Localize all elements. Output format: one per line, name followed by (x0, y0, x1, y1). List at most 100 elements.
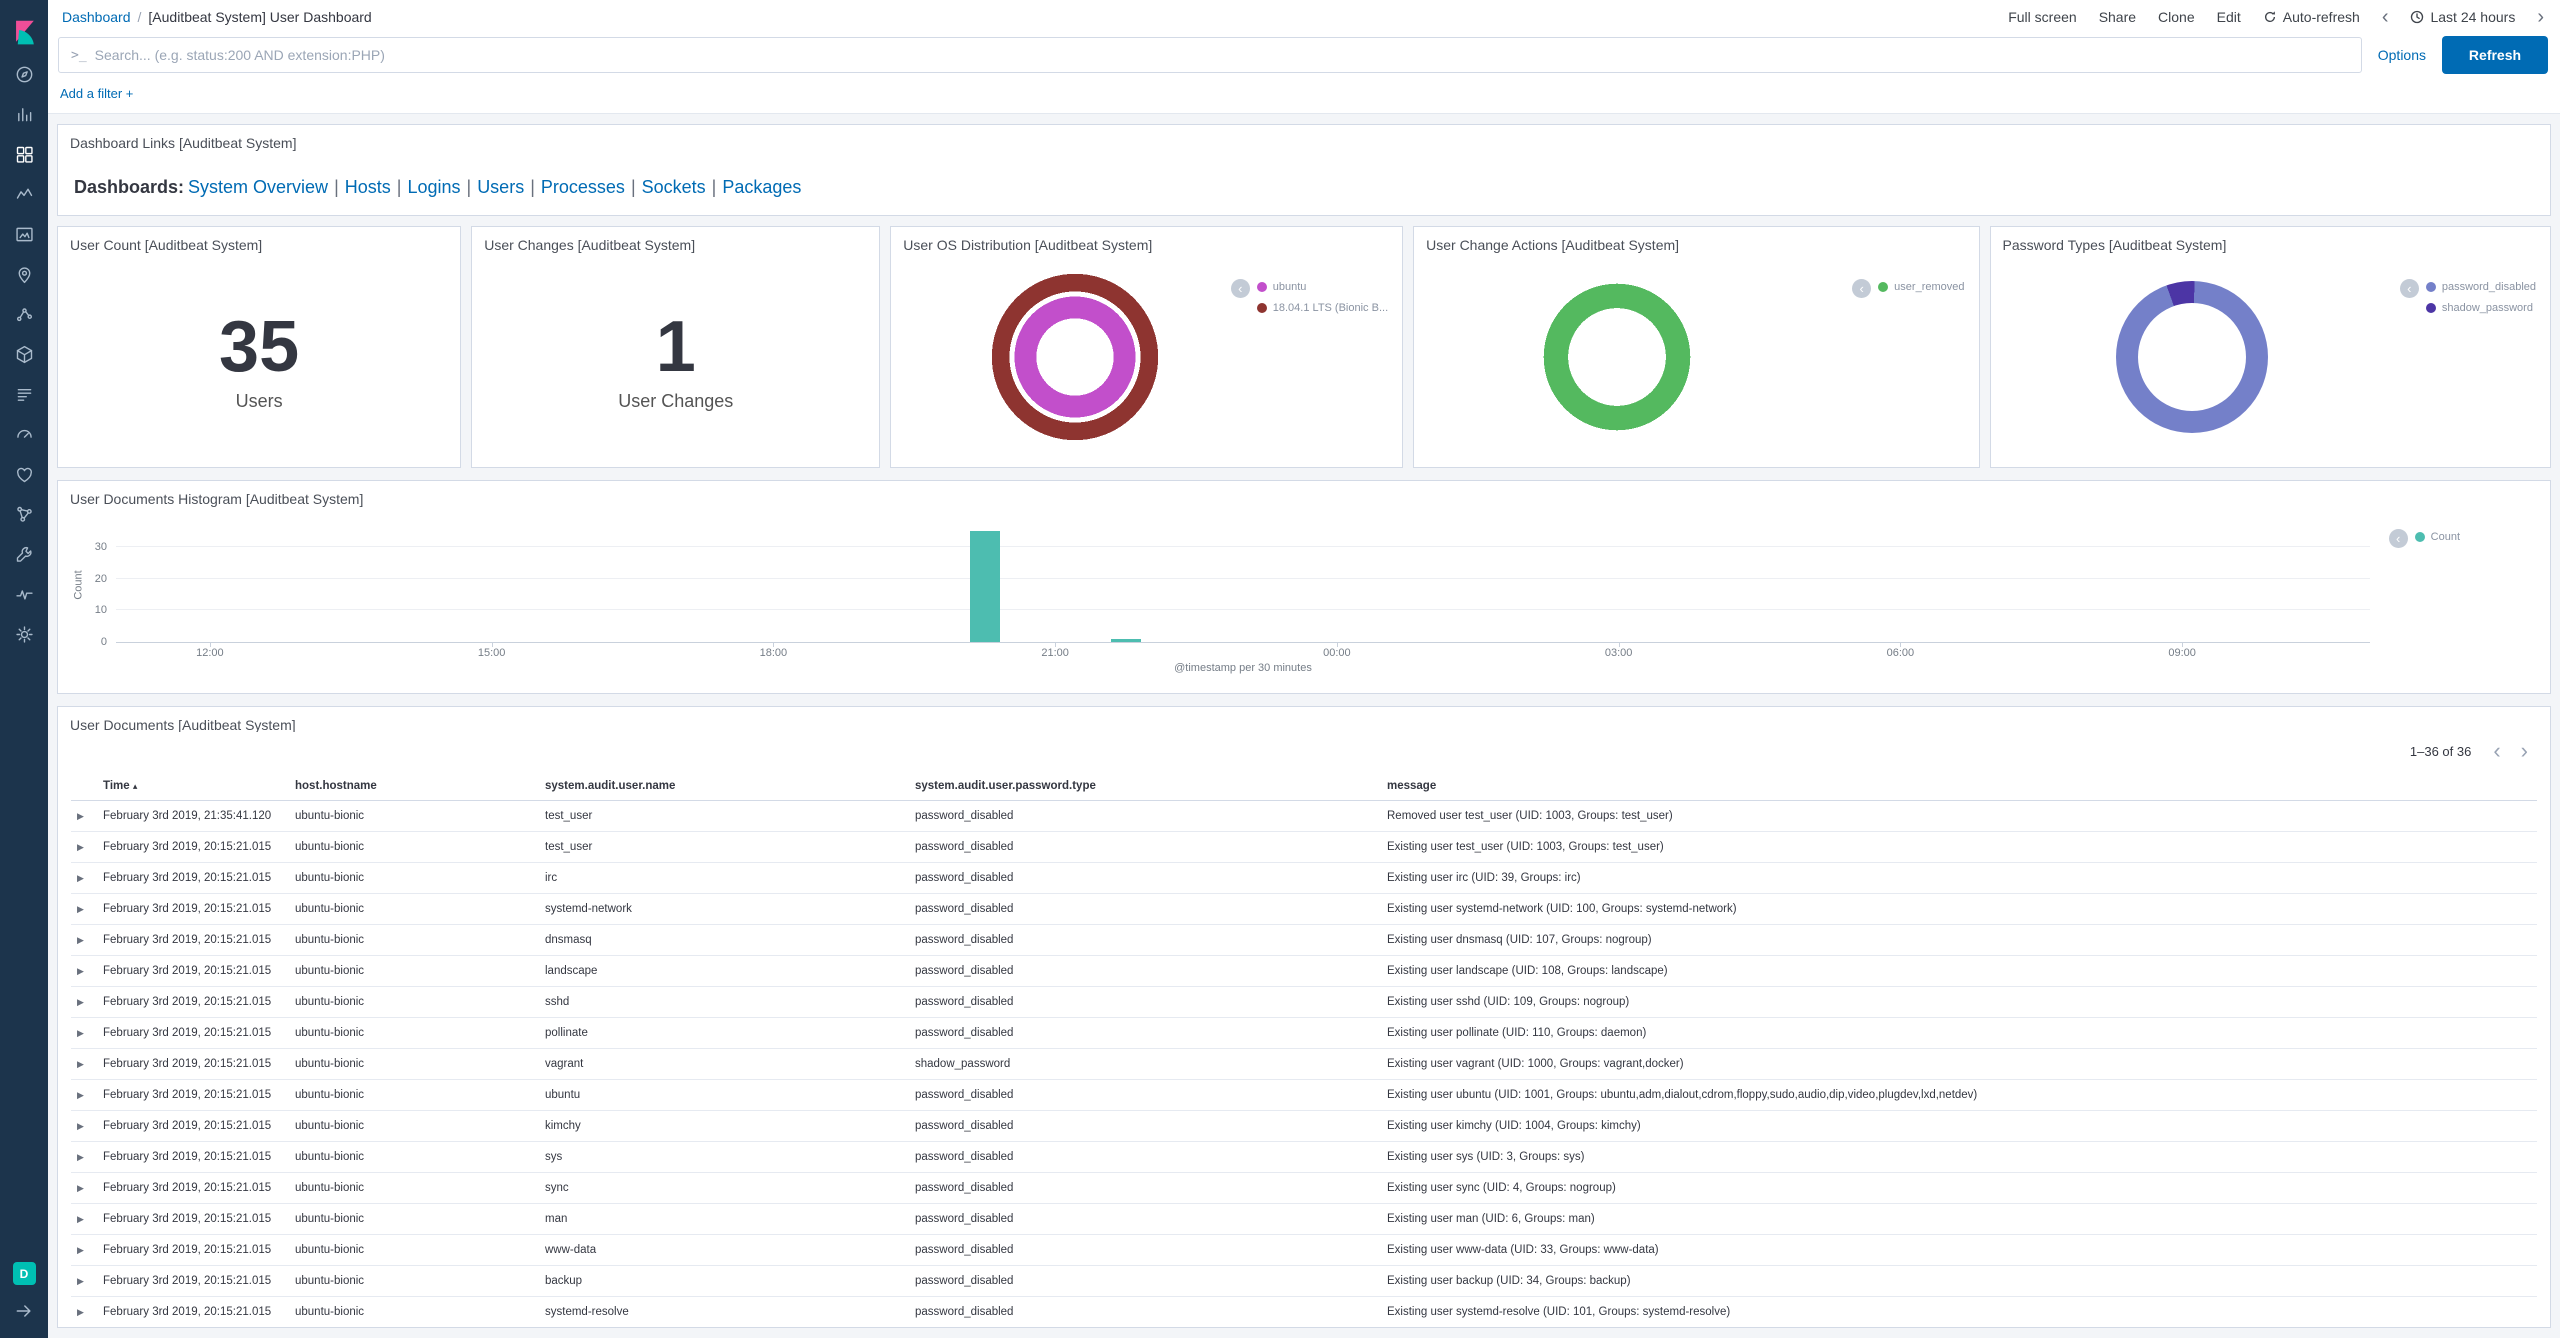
password-types-donut-chart[interactable] (2116, 281, 2268, 433)
nav-dev-tools[interactable] (0, 534, 48, 574)
table-cell: password_disabled (909, 832, 1381, 863)
expand-row-icon[interactable]: ▶ (77, 966, 84, 976)
expand-row-icon[interactable]: ▶ (77, 811, 84, 821)
pagination-next-button[interactable]: › (2513, 740, 2536, 762)
expand-row-icon[interactable]: ▶ (77, 1307, 84, 1317)
time-step-forward-button[interactable]: › (2537, 7, 2544, 27)
dashboard-grid: Dashboard Links [Auditbeat System] Dashb… (48, 114, 2560, 1338)
full-screen-button[interactable]: Full screen (2008, 9, 2076, 25)
table-cell: kimchy (539, 1111, 909, 1142)
table-cell: Existing user man (UID: 6, Groups: man) (1381, 1204, 2537, 1235)
expand-row-icon[interactable]: ▶ (77, 935, 84, 945)
breadcrumb-dashboard-link[interactable]: Dashboard (62, 9, 131, 25)
expand-cell: ▶ (71, 1266, 97, 1297)
table-row: ▶February 3rd 2019, 20:15:21.015ubuntu-b… (71, 894, 2537, 925)
column-header-password-type[interactable]: system.audit.user.password.type (909, 772, 1381, 801)
auto-refresh-button[interactable]: Auto-refresh (2263, 9, 2360, 25)
expand-cell: ▶ (71, 1297, 97, 1328)
dashboard-link-sockets[interactable]: Sockets (642, 177, 706, 197)
dashboard-link-logins[interactable]: Logins (407, 177, 460, 197)
expand-row-icon[interactable]: ▶ (77, 1214, 84, 1224)
nav-machine-learning[interactable] (0, 294, 48, 334)
nav-timelion[interactable] (0, 174, 48, 214)
expand-row-icon[interactable]: ▶ (77, 1183, 84, 1193)
chart-legend: ‹ user_removed (1852, 279, 1964, 298)
link-separator: | (631, 177, 636, 197)
legend-toggle-icon[interactable]: ‹ (2400, 279, 2419, 298)
time-range-button[interactable]: Last 24 hours (2410, 9, 2515, 25)
table-cell: ubuntu-bionic (289, 1018, 539, 1049)
expand-row-icon[interactable]: ▶ (77, 1121, 84, 1131)
refresh-button[interactable]: Refresh (2442, 36, 2548, 74)
nav-discover[interactable] (0, 54, 48, 94)
expand-row-icon[interactable]: ▶ (77, 1276, 84, 1286)
expand-row-icon[interactable]: ▶ (77, 1059, 84, 1069)
expand-row-icon[interactable]: ▶ (77, 904, 84, 914)
spaces-badge[interactable]: D (13, 1262, 36, 1285)
histogram-chart[interactable]: Count 0102030 12:0015:0018:0021:0000:000… (116, 531, 2370, 674)
expand-row-icon[interactable]: ▶ (77, 1090, 84, 1100)
dashboard-link-packages[interactable]: Packages (722, 177, 801, 197)
legend-item[interactable]: Count (2415, 531, 2460, 543)
nav-kibana-home[interactable] (0, 10, 48, 54)
pagination-prev-button[interactable]: ‹ (2485, 740, 2508, 762)
x-tick-label: 18:00 (760, 647, 788, 659)
expand-cell: ▶ (71, 832, 97, 863)
add-filter-link[interactable]: Add a filter + (60, 86, 133, 101)
nav-dashboard[interactable] (0, 134, 48, 174)
expand-row-icon[interactable]: ▶ (77, 842, 84, 852)
time-step-back-button[interactable]: ‹ (2382, 7, 2389, 27)
legend-item[interactable]: 18.04.1 LTS (Bionic B... (1257, 302, 1388, 314)
nav-apm[interactable] (0, 414, 48, 454)
table-cell: password_disabled (909, 925, 1381, 956)
expand-cell: ▶ (71, 987, 97, 1018)
nav-logs[interactable] (0, 374, 48, 414)
nav-uptime[interactable] (0, 454, 48, 494)
expand-row-icon[interactable]: ▶ (77, 873, 84, 883)
legend-item[interactable]: password_disabled (2426, 281, 2536, 293)
table-cell: password_disabled (909, 1173, 1381, 1204)
link-separator: | (712, 177, 717, 197)
table-cell: password_disabled (909, 956, 1381, 987)
table-cell: ubuntu-bionic (289, 1266, 539, 1297)
search-input[interactable] (95, 47, 2361, 63)
query-options-link[interactable]: Options (2378, 47, 2426, 63)
histogram-plot-area[interactable]: 0102030 (116, 531, 2370, 643)
expand-row-icon[interactable]: ▶ (77, 1152, 84, 1162)
dashboard-link-system-overview[interactable]: System Overview (188, 177, 328, 197)
column-header-time[interactable]: Time ▴ (97, 772, 289, 801)
nav-canvas[interactable] (0, 214, 48, 254)
dashboard-link-users[interactable]: Users (477, 177, 524, 197)
change-actions-donut-chart[interactable] (1543, 283, 1691, 431)
table-row: ▶February 3rd 2019, 20:15:21.015ubuntu-b… (71, 1266, 2537, 1297)
legend-item[interactable]: shadow_password (2426, 302, 2536, 314)
column-header-user-name[interactable]: system.audit.user.name (539, 772, 909, 801)
column-header-hostname[interactable]: host.hostname (289, 772, 539, 801)
clone-button[interactable]: Clone (2158, 9, 2195, 25)
collapse-nav-button[interactable] (14, 1301, 34, 1326)
nav-visualize[interactable] (0, 94, 48, 134)
edit-button[interactable]: Edit (2217, 9, 2241, 25)
histogram-bar[interactable] (1111, 639, 1141, 642)
nav-infrastructure[interactable] (0, 334, 48, 374)
column-header-message[interactable]: message (1381, 772, 2537, 801)
legend-item[interactable]: user_removed (1878, 281, 1964, 293)
legend-item[interactable]: ubuntu (1257, 281, 1388, 293)
dashboard-link-hosts[interactable]: Hosts (345, 177, 391, 197)
dashboard-link-processes[interactable]: Processes (541, 177, 625, 197)
expand-row-icon[interactable]: ▶ (77, 1028, 84, 1038)
legend-toggle-icon[interactable]: ‹ (1231, 279, 1250, 298)
nav-maps[interactable] (0, 254, 48, 294)
discover-icon (14, 64, 35, 85)
nav-monitoring[interactable] (0, 574, 48, 614)
histogram-bar[interactable] (970, 531, 1000, 642)
legend-toggle-icon[interactable]: ‹ (1852, 279, 1871, 298)
os-distribution-donut-chart[interactable] (991, 273, 1159, 441)
breadcrumb-bar: Dashboard/[Auditbeat System] User Dashbo… (48, 0, 2560, 30)
share-button[interactable]: Share (2099, 9, 2136, 25)
expand-row-icon[interactable]: ▶ (77, 1245, 84, 1255)
nav-graph[interactable] (0, 494, 48, 534)
expand-row-icon[interactable]: ▶ (77, 997, 84, 1007)
legend-toggle-icon[interactable]: ‹ (2389, 529, 2408, 548)
nav-management[interactable] (0, 614, 48, 654)
